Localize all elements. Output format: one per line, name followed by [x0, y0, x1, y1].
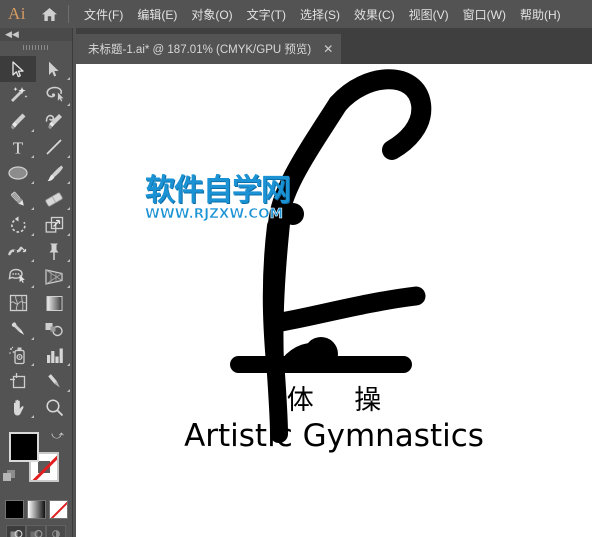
gradient-tool[interactable] [36, 290, 72, 316]
document-tab[interactable]: 未标题-1.ai* @ 187.01% (CMYK/GPU 预览) ✕ [76, 34, 342, 64]
line-segment-tool[interactable] [36, 134, 72, 160]
lasso-tool[interactable] [36, 82, 72, 108]
tool-corner-icon [67, 233, 70, 236]
draw-normal-button[interactable] [6, 525, 26, 537]
eyedropper-tool[interactable] [0, 316, 36, 342]
slice-tool[interactable] [36, 368, 72, 394]
artwork-label-cn: 体 操 [286, 385, 398, 416]
tools-panel: ◀◀ T ⤻ [0, 28, 73, 537]
default-fill-stroke-icon[interactable] [3, 470, 17, 482]
eraser-tool[interactable] [36, 186, 72, 212]
symbol-sprayer-tool[interactable] [0, 342, 36, 368]
default-front-square [3, 473, 11, 481]
selection-tool[interactable] [0, 56, 36, 82]
tool-corner-icon [31, 129, 34, 132]
tool-corner-icon [31, 337, 34, 340]
tool-corner-icon [31, 233, 34, 236]
document-canvas[interactable]: 软件自学网 WWW.RJZXW.COM 体 操 Artistic Gymnast… [76, 64, 592, 537]
tool-corner-icon [31, 415, 34, 418]
perspective-grid-tool[interactable] [36, 264, 72, 290]
menu-type[interactable]: 文字(T) [240, 2, 293, 27]
zoom-tool[interactable] [36, 394, 72, 420]
none-mode-button[interactable] [48, 500, 68, 519]
grip-dots-icon [23, 45, 49, 50]
column-graph-tool[interactable] [36, 342, 72, 368]
watermark-url: WWW.RJZXW.COM [145, 206, 284, 222]
menu-edit[interactable]: 编辑(E) [130, 2, 184, 27]
tool-corner-icon [31, 181, 34, 184]
tool-corner-icon [67, 207, 70, 210]
tool-grid: T [0, 56, 72, 420]
menu-bar: Ai 文件(F) 编辑(E) 对象(O) 文字(T) 选择(S) 效果(C) 视… [0, 0, 592, 28]
watermark-title: 软件自学网 [145, 173, 291, 208]
draw-inside-button[interactable] [46, 525, 66, 537]
collapse-panel-icon[interactable]: ◀◀ [0, 28, 72, 41]
none-slash-icon [49, 501, 67, 518]
gymnast-arm [271, 286, 426, 332]
watermark: 软件自学网 WWW.RJZXW.COM [145, 176, 297, 222]
tool-corner-icon [67, 389, 70, 392]
document-tab-title: 未标题-1.ai* @ 187.01% (CMYK/GPU 预览) [88, 44, 312, 56]
draw-behind-button[interactable] [26, 525, 46, 537]
ai-logo: Ai [8, 4, 26, 23]
direct-selection-tool[interactable] [36, 56, 72, 82]
panel-drag-handle[interactable] [0, 41, 72, 54]
color-mode-row [0, 500, 72, 519]
tool-corner-icon [67, 259, 70, 262]
gymnast-leg-curl [328, 69, 432, 160]
tool-corner-icon [67, 155, 70, 158]
artwork-label-en: Artistic Gymnastics [184, 418, 484, 454]
tool-corner-icon [67, 77, 70, 80]
tool-corner-icon [67, 181, 70, 184]
tool-corner-icon [67, 285, 70, 288]
menu-window[interactable]: 窗口(W) [456, 2, 513, 27]
scale-tool[interactable] [36, 212, 72, 238]
blob-brush-tool[interactable] [0, 186, 36, 212]
tool-corner-icon [67, 103, 70, 106]
magic-wand-tool[interactable] [0, 82, 36, 108]
menu-help[interactable]: 帮助(H) [513, 2, 568, 27]
tool-corner-icon [31, 259, 34, 262]
tool-corner-icon [67, 363, 70, 366]
menu-object[interactable]: 对象(O) [184, 2, 239, 27]
paintbrush-tool[interactable] [36, 160, 72, 186]
tool-corner-icon [31, 363, 34, 366]
shape-builder-tool[interactable] [0, 264, 36, 290]
menu-select[interactable]: 选择(S) [293, 2, 347, 27]
tool-corner-icon [31, 207, 34, 210]
gymnast-floor-bar [230, 356, 412, 373]
hand-tool[interactable] [0, 394, 36, 420]
menu-effect[interactable]: 效果(C) [347, 2, 402, 27]
gradient-mode-button[interactable] [26, 500, 46, 519]
menu-view[interactable]: 视图(V) [402, 2, 456, 27]
close-icon[interactable]: ✕ [323, 43, 333, 55]
gymnast-artwork [230, 69, 432, 443]
free-transform-tool[interactable] [36, 238, 72, 264]
artboard-tool[interactable] [0, 368, 36, 394]
width-tool[interactable] [0, 238, 36, 264]
home-icon[interactable] [34, 7, 64, 22]
svg-text:T: T [13, 139, 24, 156]
fill-color-swatch[interactable] [9, 432, 39, 462]
rotate-tool[interactable] [0, 212, 36, 238]
mesh-tool[interactable] [0, 290, 36, 316]
color-mode-button[interactable] [4, 500, 24, 519]
menu-file[interactable]: 文件(F) [77, 2, 130, 27]
type-tool[interactable]: T [0, 134, 36, 160]
swap-fill-stroke-icon[interactable]: ⤻ [51, 428, 64, 443]
curvature-tool[interactable] [36, 108, 72, 134]
ellipse-tool[interactable] [0, 160, 36, 186]
illustrator-window: Ai 文件(F) 编辑(E) 对象(O) 文字(T) 选择(S) 效果(C) 视… [0, 0, 592, 537]
color-controls: ⤻ [0, 426, 72, 498]
tool-corner-icon [31, 285, 34, 288]
tool-corner-icon [31, 155, 34, 158]
pen-tool[interactable] [0, 108, 36, 134]
menu-divider [68, 5, 69, 23]
drawing-mode-row [0, 525, 72, 537]
document-tab-strip: 未标题-1.ai* @ 187.01% (CMYK/GPU 预览) ✕ [76, 28, 592, 64]
blend-tool[interactable] [36, 316, 72, 342]
